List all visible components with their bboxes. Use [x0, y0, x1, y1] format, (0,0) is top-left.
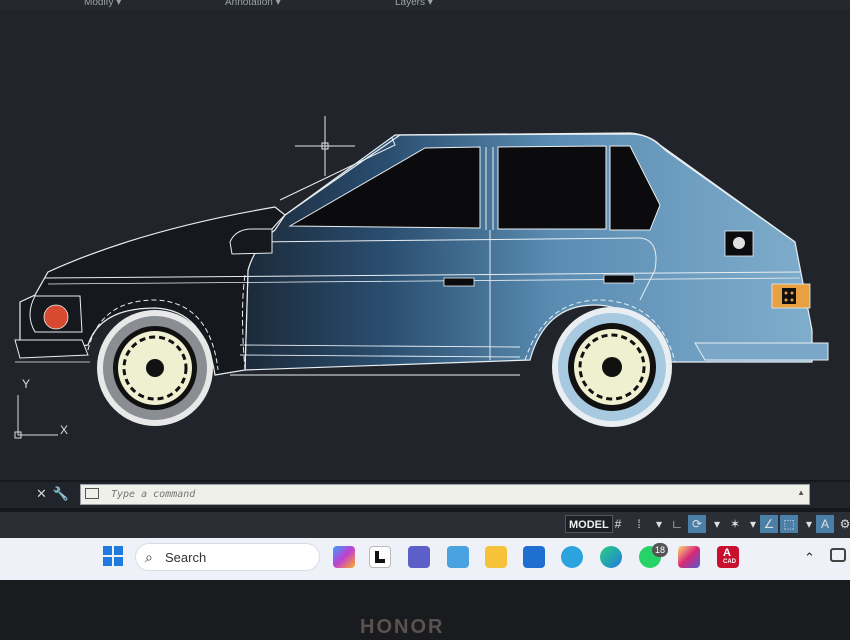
- ribbon-annotation-panel[interactable]: Annotation ▾: [225, 0, 281, 8]
- tray-overflow-icon[interactable]: ⌃: [804, 550, 815, 566]
- polar-dropdown-icon[interactable]: ▾: [708, 515, 726, 533]
- workspace-icon[interactable]: ⚙: [836, 515, 850, 533]
- drawing-viewport[interactable]: Y X: [0, 10, 850, 480]
- rear-wheel: [552, 307, 672, 427]
- autocad-icon-sub: CAD: [723, 559, 736, 565]
- grid-icon[interactable]: #: [609, 515, 627, 533]
- command-line-tools: ✕ 🔧: [36, 486, 75, 502]
- front-bumper: [14, 339, 89, 359]
- ribbon-layers-panel[interactable]: Layers ▾: [395, 0, 433, 8]
- telegram-icon[interactable]: [561, 546, 583, 568]
- ucs-y-label: Y: [22, 377, 30, 391]
- annotation-visibility-icon[interactable]: A: [816, 515, 834, 533]
- teams-icon[interactable]: [408, 546, 430, 568]
- ribbon-modify-panel[interactable]: Modify ▾: [84, 0, 121, 8]
- start-icon[interactable]: [103, 546, 123, 566]
- front-door-handle: [443, 277, 475, 287]
- annotation-scale-icon[interactable]: ⬚: [780, 515, 798, 533]
- ucs-x-label: X: [60, 423, 68, 437]
- search-label: Search: [165, 550, 207, 565]
- rear-bumper: [694, 342, 829, 361]
- whatsapp-notification-badge: 18: [652, 543, 668, 557]
- file-icon[interactable]: [369, 546, 391, 568]
- model-space-button[interactable]: MODEL: [565, 515, 613, 533]
- command-history-arrow-icon[interactable]: ▲: [797, 488, 805, 497]
- instagram-icon[interactable]: [678, 546, 700, 568]
- crosshair-cursor: [295, 116, 355, 176]
- ucs-icon: [14, 395, 58, 439]
- car-drawing: Y X: [14, 116, 829, 439]
- search-icon: ⌕: [145, 549, 153, 565]
- command-prompt-icon[interactable]: [85, 488, 99, 499]
- lineweight-icon[interactable]: ∠: [760, 515, 778, 533]
- rear-window: [497, 145, 607, 230]
- photos-icon[interactable]: [447, 546, 469, 568]
- windows-taskbar: ⌕ Search 18 A CAD ⌃: [0, 538, 850, 580]
- command-input[interactable]: [109, 488, 773, 501]
- microsoft-store-icon[interactable]: [523, 546, 545, 568]
- ortho-icon[interactable]: ∟: [668, 515, 686, 533]
- status-bar: MODEL # ⁞ ▾ ∟ ⟳ ▾ ✶ ▾ ∠ ⬚ ▾ A ⚙: [0, 512, 850, 538]
- edge-icon[interactable]: [600, 546, 622, 568]
- monitor-brand-logo: HONOR: [360, 616, 445, 638]
- taskbar-search[interactable]: ⌕ Search: [135, 543, 320, 571]
- rear-door-handle: [603, 274, 635, 284]
- copilot-icon[interactable]: [333, 546, 355, 568]
- ribbon-panel-titles: Modify ▾ Annotation ▾ Layers ▾: [0, 0, 850, 10]
- network-icon[interactable]: [830, 548, 846, 562]
- front-wheel: [97, 310, 213, 426]
- snap-icon[interactable]: ⁞: [630, 515, 648, 533]
- command-line-bar: ✕🔧 ▲: [0, 482, 850, 508]
- headlight: [43, 304, 69, 330]
- command-customize-icon[interactable]: 🔧: [53, 486, 69, 501]
- polar-icon[interactable]: ⟳: [688, 515, 706, 533]
- autocad-icon[interactable]: A CAD: [717, 546, 739, 568]
- command-line[interactable]: ▲: [80, 484, 810, 505]
- osnap-icon[interactable]: ✶: [726, 515, 744, 533]
- autocad-icon-letter: A: [723, 547, 731, 559]
- command-close-icon[interactable]: ✕: [36, 486, 47, 501]
- snap-dropdown-icon[interactable]: ▾: [650, 515, 668, 533]
- file-explorer-icon[interactable]: [485, 546, 507, 568]
